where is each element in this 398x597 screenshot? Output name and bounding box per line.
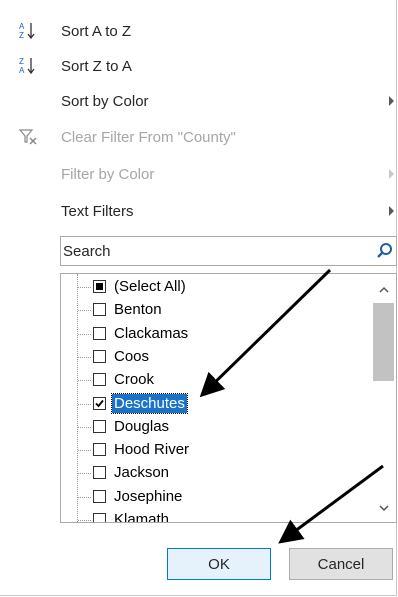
tree-branch-line xyxy=(78,473,91,475)
ok-button[interactable]: OK xyxy=(167,548,271,580)
list-item-label: (Select All) xyxy=(114,278,186,295)
svg-text:Z: Z xyxy=(19,57,24,66)
checkbox[interactable] xyxy=(93,419,106,433)
svg-text:Z: Z xyxy=(19,31,24,40)
search-input[interactable] xyxy=(63,239,363,263)
list-item[interactable]: (Select All) xyxy=(61,276,371,298)
svg-text:A: A xyxy=(19,66,25,75)
list-item-label: Douglas xyxy=(114,417,170,435)
list-item[interactable]: Jackson xyxy=(61,462,371,484)
list-item[interactable]: Josephine xyxy=(61,486,371,508)
list-item-label: Jackson xyxy=(114,464,170,482)
text-filters-label: Text Filters xyxy=(61,202,134,220)
scroll-down-icon[interactable] xyxy=(378,501,390,513)
value-checklist[interactable]: (Select All) Benton Clackamas Coos Crook Desc… xyxy=(60,273,397,523)
list-item[interactable]: Hood River xyxy=(61,439,371,461)
tree-branch-line xyxy=(78,450,91,452)
checkbox[interactable] xyxy=(93,303,106,317)
checkbox[interactable] xyxy=(93,326,106,340)
checkbox[interactable] xyxy=(93,466,106,480)
tree-branch-line xyxy=(78,403,91,405)
tree-branch-line xyxy=(78,520,91,521)
list-item-label: Deschutes xyxy=(111,392,188,414)
filter-by-color-item[interactable]: Filter by Color xyxy=(0,156,397,192)
clear-filter-item[interactable]: Clear Filter From "County" xyxy=(0,119,397,155)
search-field[interactable] xyxy=(60,236,397,266)
sort-by-color-label: Sort by Color xyxy=(61,92,149,110)
list-item-label: Coos xyxy=(114,347,150,365)
tree-branch-line xyxy=(78,496,91,498)
vertical-scrollbar[interactable] xyxy=(372,275,396,521)
checkbox[interactable] xyxy=(93,373,106,387)
list-item-label: Josephine xyxy=(114,487,183,505)
submenu-arrow-icon xyxy=(389,169,394,179)
list-item[interactable]: Douglas xyxy=(61,416,371,438)
sort-a-to-z-label: Sort A to Z xyxy=(61,22,132,40)
checkbox[interactable] xyxy=(93,443,106,457)
list-item-label: Klamath xyxy=(114,511,170,523)
tree-branch-line xyxy=(78,380,91,382)
checkbox[interactable] xyxy=(93,489,106,503)
text-filters-item[interactable]: Text Filters xyxy=(0,193,397,229)
svg-text:A: A xyxy=(19,22,25,31)
checkbox[interactable] xyxy=(93,396,106,410)
sort-descending-icon: Z A xyxy=(18,56,38,76)
scrollbar-thumb[interactable] xyxy=(373,303,394,381)
scroll-up-icon[interactable] xyxy=(378,283,390,295)
checkbox[interactable] xyxy=(93,513,106,522)
filter-dropdown-menu: A Z Sort A to Z Z A Sort Z to A Sort by … xyxy=(0,0,397,596)
tree-branch-line xyxy=(78,287,91,288)
tree-branch-line xyxy=(78,426,91,428)
submenu-arrow-icon xyxy=(389,96,394,106)
clear-filter-label: Clear Filter From "County" xyxy=(61,128,236,146)
clear-filter-icon xyxy=(18,127,38,147)
tree-branch-line xyxy=(78,333,91,335)
tree-branch-line xyxy=(78,356,91,358)
search-icon[interactable] xyxy=(375,241,395,261)
list-item-label: Crook xyxy=(114,371,155,389)
list-item[interactable]: Crook xyxy=(61,369,371,391)
checkbox[interactable] xyxy=(93,349,106,363)
list-item-label: Benton xyxy=(114,301,162,319)
filter-by-color-label: Filter by Color xyxy=(61,165,155,183)
sort-z-to-a-item[interactable]: Z A Sort Z to A xyxy=(0,48,397,84)
list-item[interactable]: Clackamas xyxy=(61,323,371,345)
cancel-button[interactable]: Cancel xyxy=(289,548,393,580)
sort-by-color-item[interactable]: Sort by Color xyxy=(0,83,397,119)
list-item[interactable]: Klamath xyxy=(61,509,371,523)
tree-branch-line xyxy=(78,310,91,312)
list-item[interactable]: Benton xyxy=(61,299,371,321)
list-item-label: Clackamas xyxy=(114,324,189,342)
list-item-label: Hood River xyxy=(114,441,190,459)
sort-a-to-z-item[interactable]: A Z Sort A to Z xyxy=(0,13,397,49)
submenu-arrow-icon xyxy=(389,206,394,216)
sort-z-to-a-label: Sort Z to A xyxy=(61,57,132,75)
sort-ascending-icon: A Z xyxy=(18,21,38,41)
checkbox[interactable] xyxy=(93,280,106,293)
list-item[interactable]: Deschutes xyxy=(61,392,371,415)
list-item[interactable]: Coos xyxy=(61,346,371,368)
